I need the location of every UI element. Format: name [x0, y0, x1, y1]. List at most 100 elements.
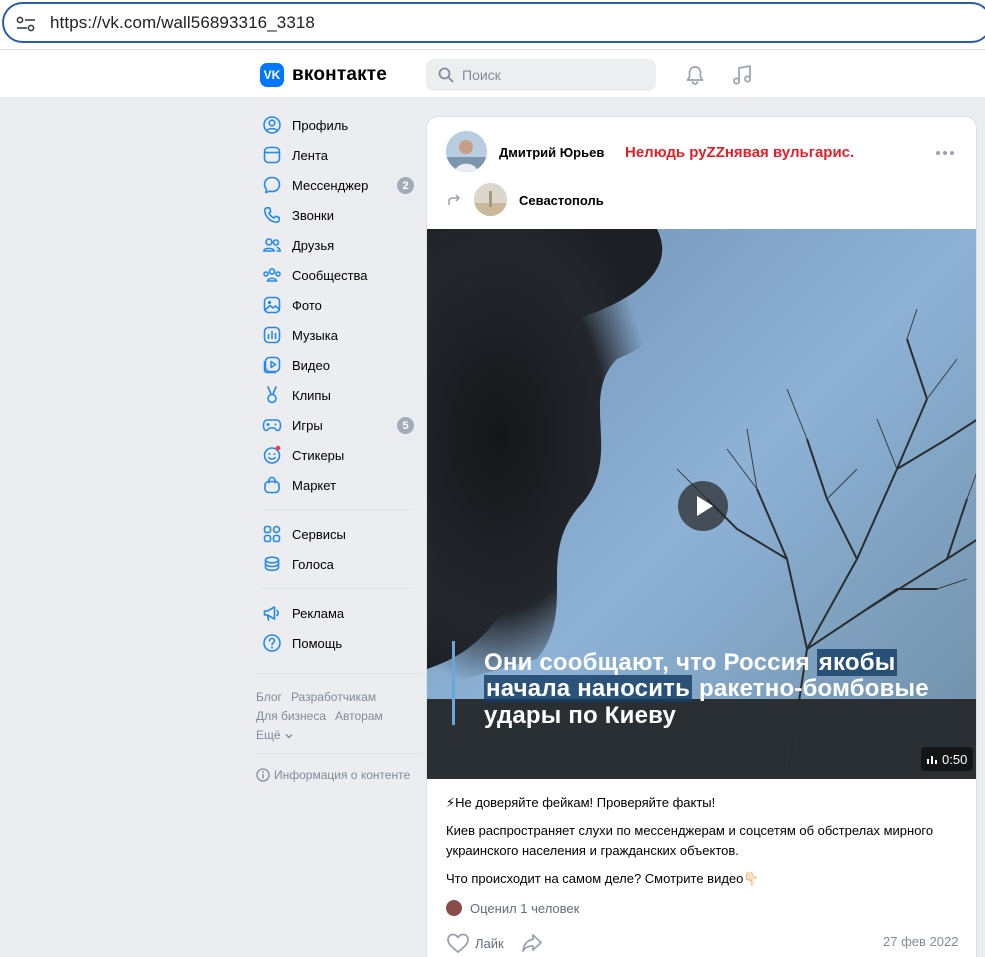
video-icon	[263, 356, 281, 374]
sidebar-item-label: Мессенджер	[292, 177, 369, 193]
sidebar-item-label: Друзья	[292, 237, 335, 253]
sidebar-item-friends[interactable]: Друзья	[256, 230, 422, 260]
stickers-icon	[263, 445, 281, 464]
search-input[interactable]: Поиск	[426, 59, 656, 91]
footer-link-business[interactable]: Для бизнеса	[256, 709, 326, 723]
left-sidebar: Профиль Лента Мессенджер 2 Звонки Друзья…	[256, 110, 422, 658]
author-name[interactable]: Дмитрий Юрьев	[499, 145, 604, 160]
sidebar-item-label: Игры	[292, 417, 323, 433]
sidebar-item-label: Реклама	[292, 605, 345, 621]
equalizer-icon	[927, 756, 937, 764]
communities-icon	[263, 268, 281, 282]
sidebar-item-music[interactable]: Музыка	[256, 320, 422, 350]
sidebar-item-messenger[interactable]: Мессенджер 2	[256, 170, 422, 200]
source-name[interactable]: Севастополь	[519, 193, 604, 208]
caption-text: Они сообщают, что Россия	[484, 649, 817, 676]
sidebar-item-calls[interactable]: Звонки	[256, 200, 422, 230]
video-player[interactable]: Они сообщают, что Россия якобы начала на…	[427, 229, 976, 779]
sidebar-item-help[interactable]: Помощь	[256, 628, 422, 658]
vk-logo-text: вконтакте	[292, 64, 388, 85]
url-box[interactable]: https://vk.com/wall56893316_3318	[2, 2, 985, 43]
games-icon	[262, 419, 282, 432]
feed-icon	[263, 146, 281, 164]
sidebar-item-label: Стикеры	[292, 447, 345, 463]
services-icon	[263, 525, 281, 543]
reactions-count: Оценил 1 человек	[470, 900, 580, 916]
sidebar-item-stickers[interactable]: Стикеры	[256, 440, 422, 470]
footer-link-authors[interactable]: Авторам	[335, 709, 383, 723]
sidebar-item-services[interactable]: Сервисы	[256, 519, 422, 549]
footer-link-more: Ещё	[256, 728, 281, 742]
sidebar-item-ads[interactable]: Реклама	[256, 598, 422, 628]
sidebar-item-feed[interactable]: Лента	[256, 140, 422, 170]
messenger-icon	[263, 176, 281, 194]
sidebar-item-market[interactable]: Маркет	[256, 470, 422, 500]
source-avatar[interactable]	[474, 183, 507, 216]
footer-link-blog[interactable]: Блог	[256, 690, 282, 704]
sidebar-item-label: Музыка	[292, 327, 338, 343]
sidebar-item-communities[interactable]: Сообщества	[256, 260, 422, 290]
sidebar-item-label: Сервисы	[292, 526, 346, 542]
footer-link-developers[interactable]: Разработчикам	[291, 690, 376, 704]
sidebar-item-photos[interactable]: Фото	[256, 290, 422, 320]
sidebar-item-label: Лента	[292, 147, 328, 163]
sidebar-item-label: Маркет	[292, 477, 337, 493]
share-icon[interactable]	[520, 932, 544, 954]
caption-highlight: якобы	[816, 649, 898, 676]
music-icon	[263, 326, 281, 344]
heart-icon[interactable]	[446, 932, 470, 954]
sidebar-item-clips[interactable]: Клипы	[256, 380, 422, 410]
help-icon	[263, 634, 281, 652]
bell-icon[interactable]	[684, 64, 706, 86]
reactor-avatar	[446, 900, 462, 916]
caption-text: ракетно-бомбовые	[692, 675, 929, 702]
browser-address-bar: https://vk.com/wall56893316_3318	[0, 0, 985, 50]
sidebar-item-label: Видео	[292, 357, 330, 373]
sidebar-divider	[256, 753, 422, 754]
repost-arrow-icon	[448, 194, 460, 205]
sidebar-divider	[262, 588, 412, 589]
post-date[interactable]: 27 фев 2022	[883, 934, 958, 949]
content-info-link[interactable]: Информация о контенте	[256, 768, 410, 782]
phone-icon	[264, 207, 280, 223]
wall-post: Дмитрий Юрьев Нелюдь руZZнявая вульгарис…	[426, 116, 977, 957]
caption-highlight: начала наносить	[484, 675, 693, 702]
ads-icon	[263, 606, 279, 621]
sidebar-item-video[interactable]: Видео	[256, 350, 422, 380]
vk-logo-icon: VK	[260, 63, 284, 87]
site-settings-icon[interactable]	[16, 16, 36, 32]
video-caption-line-3: удары по Киеву	[484, 702, 677, 729]
footer-more[interactable]: Ещё	[256, 726, 426, 745]
music-icon[interactable]	[730, 63, 754, 87]
sidebar-item-label: Клипы	[292, 387, 331, 403]
play-button[interactable]	[678, 481, 728, 531]
search-placeholder: Поиск	[462, 67, 501, 83]
vk-logo[interactable]: VK вконтакте	[260, 63, 387, 87]
sidebar-item-label: Голоса	[292, 556, 334, 572]
sidebar-item-games[interactable]: Игры 5	[256, 410, 422, 440]
reactions-summary[interactable]: Оценил 1 человек	[446, 900, 579, 916]
sidebar-item-votes[interactable]: Голоса	[256, 549, 422, 579]
post-text-paragraph-3: Что происходит на самом деле? Смотрите в…	[446, 871, 760, 886]
like-label[interactable]: Лайк	[475, 936, 504, 951]
friends-icon	[263, 238, 282, 252]
sidebar-item-profile[interactable]: Профиль	[256, 110, 422, 140]
sidebar-item-label: Фото	[292, 297, 322, 313]
market-icon	[264, 476, 280, 494]
duration-text: 0:50	[942, 751, 968, 767]
url-text[interactable]: https://vk.com/wall56893316_3318	[50, 13, 315, 33]
video-duration: 0:50	[921, 747, 974, 771]
photo-icon	[263, 296, 281, 314]
sidebar-item-label: Сообщества	[292, 267, 368, 283]
author-avatar[interactable]	[446, 131, 487, 172]
chevron-down-icon	[285, 734, 293, 739]
votes-icon	[264, 556, 280, 572]
sidebar-footer-links: Блог Разработчикам Для бизнеса Авторам Ещё	[256, 688, 426, 745]
play-icon	[697, 496, 713, 516]
profile-icon	[263, 116, 281, 134]
unread-badge: 2	[397, 177, 414, 194]
video-caption-line-2: начала наносить ракетно-бомбовые	[484, 674, 929, 703]
search-icon	[438, 67, 454, 83]
more-options-icon[interactable]	[935, 150, 955, 156]
games-badge: 5	[397, 417, 414, 434]
